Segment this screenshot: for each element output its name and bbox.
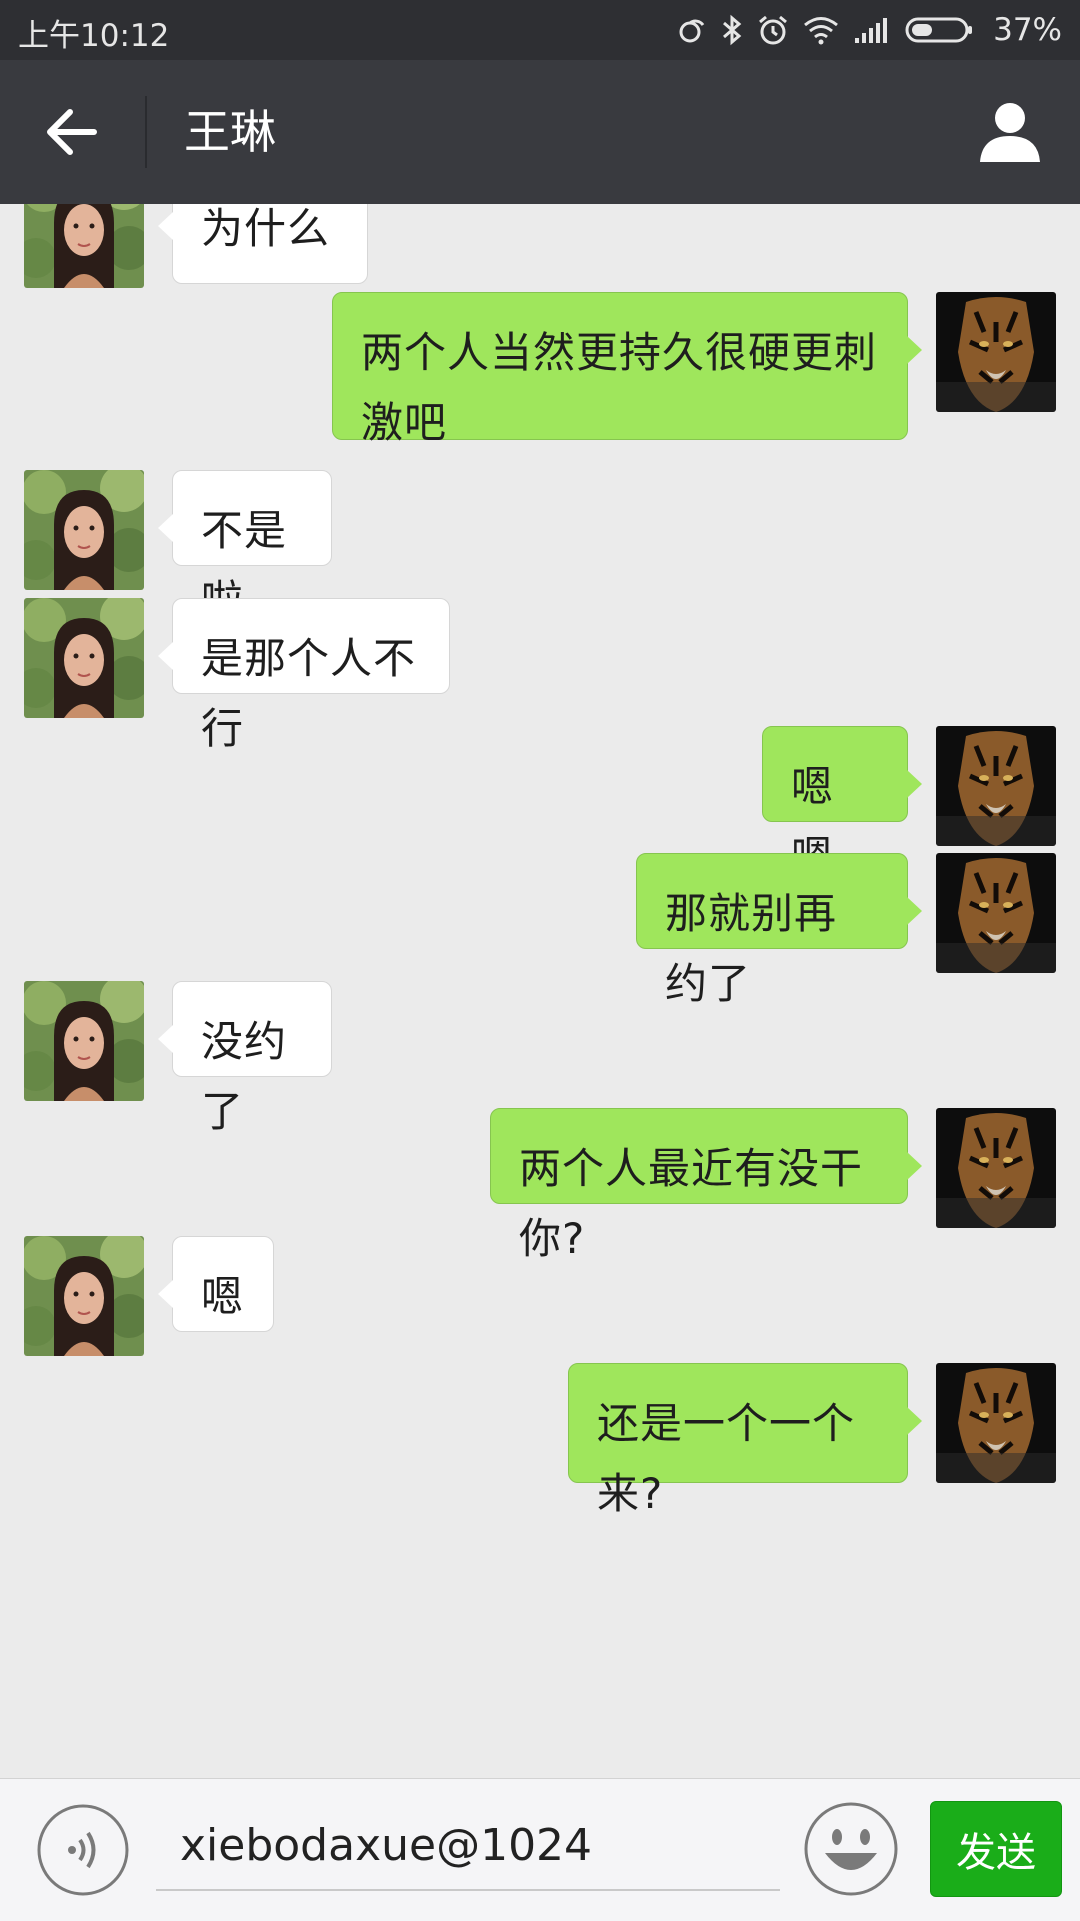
message-bubble[interactable]: 那就别再约了 [636,853,922,1008]
status-bar: 上午10:12 37% [0,0,1080,60]
message-bubble[interactable]: 还是一个一个来? [568,1363,922,1518]
message-bubble[interactable]: 嗯 [158,1236,274,1332]
emoji-icon [804,1802,898,1896]
contact-avatar[interactable] [24,981,144,1101]
signal-icon [855,18,888,43]
message-bubble[interactable]: 两个人当然更持久很硬更刺激吧 [332,292,922,447]
my-avatar-image [936,1108,1056,1228]
contact-avatar[interactable] [24,1236,144,1356]
message-bubble[interactable]: 嗯嗯。 [762,726,922,881]
person-icon [980,103,1040,162]
back-arrow-icon [47,109,97,155]
contact-avatar-image [24,598,144,718]
message-bubble[interactable]: 两个人最近有没干你? [490,1108,922,1263]
my-avatar[interactable] [936,726,1056,846]
my-avatar-image [936,853,1056,973]
nav-divider [145,96,147,168]
my-avatar-image [936,292,1056,412]
contact-avatar[interactable] [24,598,144,718]
contact-avatar[interactable] [24,204,144,288]
my-avatar[interactable] [936,1108,1056,1228]
voice-button[interactable] [36,1803,130,1897]
outgoing-message: 两个人当然更持久很硬更刺激吧 [0,292,1080,447]
message-bubble[interactable]: 是那个人不行 [158,598,450,753]
contact-avatar[interactable] [24,470,144,590]
outgoing-message: 那就别再约了 [0,853,1080,1008]
incoming-message: 为什么 [0,204,1080,288]
message-input[interactable] [156,1801,780,1891]
incoming-message: 没约了 [0,981,1080,1136]
back-button[interactable] [40,100,104,164]
emoji-button[interactable] [803,1801,899,1897]
input-bar: 发送 [0,1778,1080,1921]
contact-avatar-image [24,1236,144,1356]
my-avatar[interactable] [936,1363,1056,1483]
status-icons: 37% [677,8,1062,52]
alarm-icon [759,15,788,45]
send-button[interactable]: 发送 [930,1801,1062,1897]
contact-avatar-image [24,470,144,590]
sync-icon [679,19,705,43]
incoming-message: 嗯 [0,1236,1080,1356]
chat-title: 王琳 [184,105,276,159]
message-bubble[interactable]: 为什么 [158,204,368,284]
bluetooth-icon [723,14,742,46]
profile-button[interactable] [974,96,1046,168]
message-bubble[interactable]: 没约了 [158,981,332,1136]
battery-icon [905,17,973,43]
incoming-message: 是那个人不行 [0,598,1080,753]
outgoing-message: 嗯嗯。 [0,726,1080,881]
contact-avatar-image [24,204,144,288]
voice-icon [37,1804,129,1896]
message-bubble[interactable]: 不是啦 [158,470,332,625]
battery-percent: 37% [993,12,1062,48]
my-avatar-image [936,1363,1056,1483]
wifi-icon [804,17,839,45]
outgoing-message: 两个人最近有没干你? [0,1108,1080,1263]
contact-avatar-image [24,981,144,1101]
my-avatar-image [936,726,1056,846]
message-list[interactable]: 为什么两个人当然更持久很硬更刺激吧不是啦是那个人不行嗯嗯。那就别再约了没约了两个… [0,204,1080,1778]
incoming-message: 不是啦 [0,470,1080,625]
my-avatar[interactable] [936,292,1056,412]
outgoing-message: 还是一个一个来? [0,1363,1080,1518]
nav-bar: 王琳 [0,60,1080,204]
status-time: 上午10:12 [18,18,170,54]
my-avatar[interactable] [936,853,1056,973]
